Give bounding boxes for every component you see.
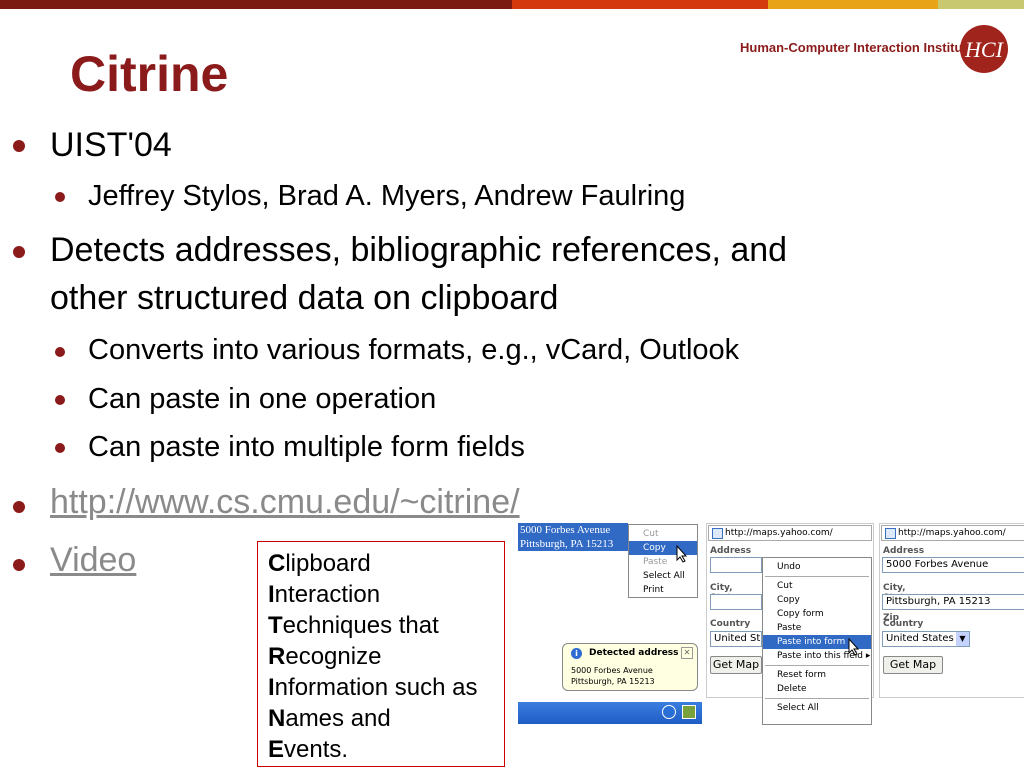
label-country: Country (710, 619, 751, 629)
bullet-paste-multiple: Can paste into multiple form fields (88, 431, 525, 463)
menu-separator (765, 698, 869, 699)
chevron-down-icon[interactable]: ▼ (956, 632, 969, 646)
bullet-authors: Jeffrey Stylos, Brad A. Myers, Andrew Fa… (88, 180, 686, 212)
label-address-filled: Address (883, 546, 925, 556)
acronym-box: Clipboard Interaction Techniques that Re… (257, 541, 505, 767)
bar-segment-2 (512, 0, 768, 9)
bullet-converts: Converts into various formats, e.g., vCa… (88, 334, 740, 366)
city-input-filled[interactable]: Pittsburgh, PA 15213 (882, 594, 1024, 610)
close-icon[interactable]: ✕ (681, 647, 693, 659)
bar-segment-1 (0, 0, 512, 9)
ctx-paste[interactable]: Paste (763, 621, 871, 635)
menu-separator (765, 665, 869, 666)
bullet-dot (55, 347, 65, 357)
ctx-copy-form[interactable]: Copy form (763, 607, 871, 621)
institute-name: Human-Computer Interaction Institute (740, 40, 975, 55)
bullet-dot (13, 140, 25, 152)
acronym-line: Recognize (268, 643, 382, 670)
bullet-dot (13, 246, 25, 258)
label-country-filled: Country (883, 619, 924, 629)
bar-segment-4 (938, 0, 1024, 9)
country-select[interactable]: United St (710, 631, 762, 647)
acronym-line: Information such as (268, 674, 478, 701)
label-address: Address (710, 546, 752, 556)
hci-logo-text: HCI (964, 37, 1005, 62)
slide-title: Citrine (70, 46, 229, 102)
address-input-filled[interactable]: 5000 Forbes Avenue (882, 557, 1024, 573)
ctx-reset-form[interactable]: Reset form (763, 668, 871, 682)
url-bar-filled[interactable]: http://maps.yahoo.com/ (881, 525, 1024, 541)
ctx-copy[interactable]: Copy (763, 593, 871, 607)
balloon-title: Detected address (589, 648, 679, 658)
detected-address-balloon: i Detected address ✕ 5000 Forbes Avenue … (562, 643, 698, 691)
video-link[interactable]: Video (50, 536, 136, 584)
bullet-dot (55, 395, 65, 405)
acronym-line: Clipboard (268, 550, 371, 577)
menu-item-select-all[interactable]: Select All (629, 569, 697, 583)
acronym-line: Interaction (268, 581, 381, 608)
bullet-uist: UIST'04 (50, 126, 172, 164)
bullet-paste-one: Can paste in one operation (88, 383, 437, 415)
bullet-detects-line2: other structured data on clipboard (50, 279, 559, 317)
get-map-button[interactable]: Get Map (710, 656, 762, 674)
info-icon: i (571, 648, 582, 659)
bullet-dot (55, 192, 65, 202)
get-map-button-filled[interactable]: Get Map (883, 656, 943, 674)
bullet-detects-line1: Detects addresses, bibliographic referen… (50, 231, 788, 269)
selected-address-text: 5000 Forbes Avenue Pittsburgh, PA 15213 (518, 523, 628, 551)
country-select-filled[interactable]: United States ▼ (882, 631, 970, 647)
balloon-address: 5000 Forbes Avenue Pittsburgh, PA 15213 (571, 666, 655, 686)
acronym-line: Events. (268, 736, 349, 763)
hci-logo-icon: HCI (960, 25, 1008, 73)
ctx-delete[interactable]: Delete (763, 682, 871, 696)
city-input-empty[interactable] (710, 594, 762, 610)
bullet-dot (13, 501, 25, 513)
ctx-select-all[interactable]: Select All (763, 701, 871, 715)
acronym-line: Names and (268, 705, 391, 732)
bullet-dot (55, 443, 65, 453)
citrine-tray-icon[interactable] (682, 705, 696, 719)
ctx-cut[interactable]: Cut (763, 579, 871, 593)
bullet-dot (13, 559, 25, 571)
mouse-cursor-icon (676, 545, 688, 563)
tray-icon[interactable] (662, 705, 676, 719)
menu-separator (765, 576, 869, 577)
top-color-bar (0, 0, 1024, 9)
url-bar[interactable]: http://maps.yahoo.com/ (708, 525, 872, 541)
acronym-line: Techniques that (268, 612, 439, 639)
menu-item-cut[interactable]: Cut (629, 527, 697, 541)
citrine-link[interactable]: http://www.cs.cmu.edu/~citrine/ (50, 478, 520, 526)
address-input-empty[interactable] (710, 557, 762, 573)
bar-segment-3 (768, 0, 938, 9)
ctx-undo[interactable]: Undo (763, 560, 871, 574)
submenu-arrow-icon: ▸ (865, 651, 871, 661)
menu-item-print[interactable]: Print (629, 583, 697, 597)
mouse-cursor-icon (848, 638, 860, 656)
